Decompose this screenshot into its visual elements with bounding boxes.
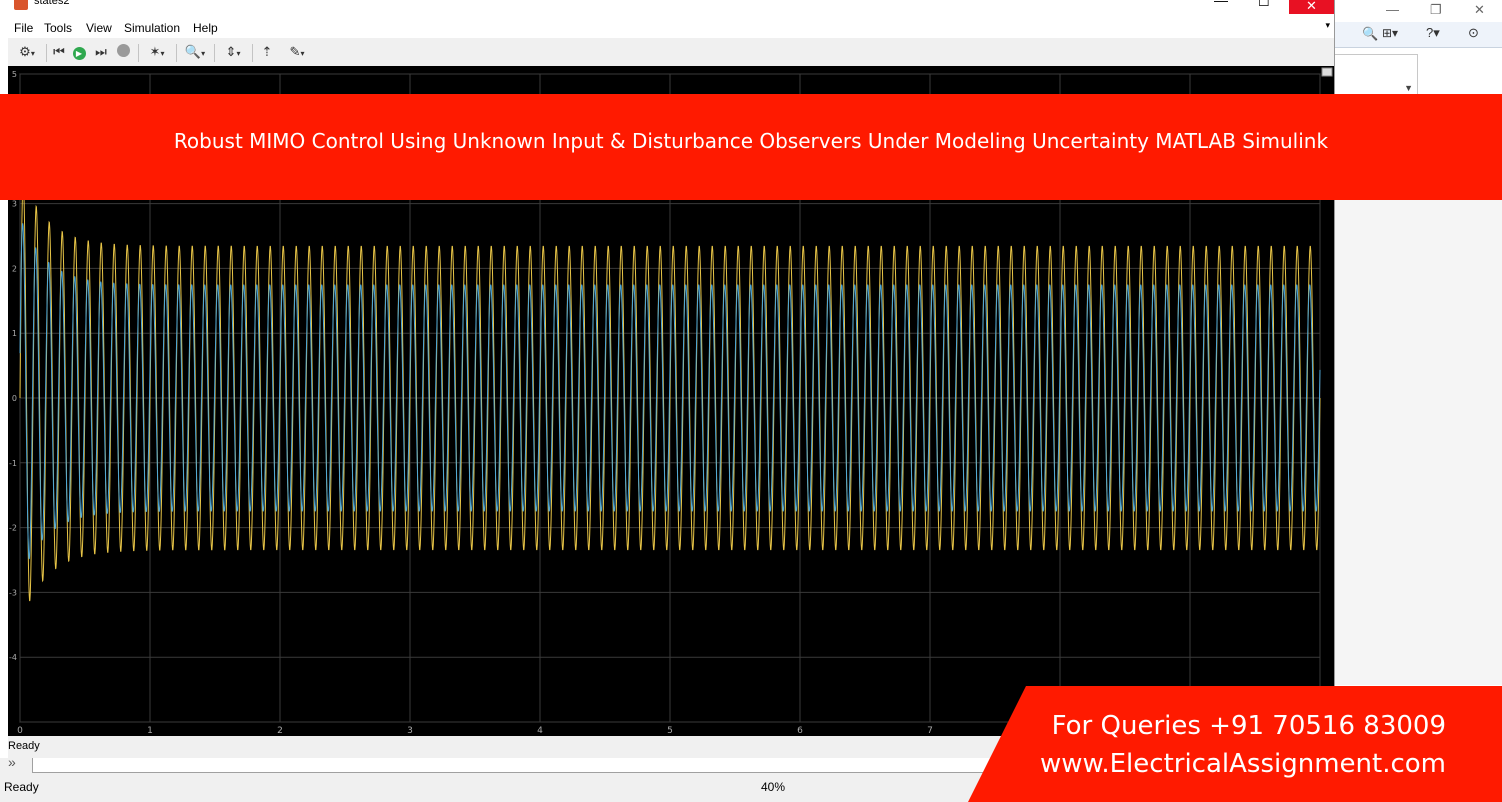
run-icon[interactable]: ▶	[70, 44, 88, 60]
y-tick-label: -3	[9, 588, 17, 597]
toolbar-separator	[46, 44, 47, 62]
menu-tools[interactable]: Tools	[44, 21, 72, 35]
menu-file[interactable]: File	[14, 21, 33, 35]
query-phone: For Queries +91 70516 83009	[1051, 711, 1446, 741]
x-tick-label: 4	[537, 726, 543, 736]
y-tick-label: -4	[9, 653, 17, 662]
menu-overflow-icon[interactable]: ▾	[1325, 20, 1330, 31]
menu-help[interactable]: Help	[193, 21, 218, 35]
x-tick-label: 7	[927, 726, 933, 736]
background-status-text: Ready	[4, 780, 39, 794]
autoscale-icon[interactable]: ⇕▾	[218, 44, 248, 60]
background-combo-box[interactable]: ▼	[1334, 54, 1418, 96]
y-tick-label: -2	[9, 524, 17, 533]
y-tick-label: -1	[9, 459, 17, 468]
highlight-icon[interactable]: ✶▾	[142, 44, 172, 60]
axes-expand-icon	[1321, 67, 1333, 77]
menu-bar: File Tools View Simulation Help ▾	[8, 18, 1334, 38]
x-tick-label: 0	[17, 726, 23, 736]
pin-icon[interactable]: ⇡	[258, 44, 276, 60]
background-close-icon[interactable]: ✕	[1474, 2, 1485, 18]
help-icon[interactable]: ?▾	[1426, 25, 1440, 41]
query-website: www.ElectricalAssignment.com	[1039, 749, 1446, 779]
search-icon[interactable]: 🔍	[1362, 26, 1378, 42]
x-tick-label: 5	[667, 726, 673, 736]
maximize-button[interactable]: ☐	[1258, 0, 1270, 10]
x-tick-label: 6	[797, 726, 803, 736]
background-panel-box	[32, 758, 994, 773]
background-toolbar: 🔍 ⊞▾ ?▾ ⊙	[1334, 22, 1502, 48]
scope-toolbar: ⚙▾ ⏮ ▶ ⏭ ✶▾ 🔍▾ ⇕▾ ⇡ ✎▾	[8, 40, 1334, 66]
y-tick-label: 5	[12, 70, 17, 79]
menu-simulation[interactable]: Simulation	[124, 21, 180, 35]
options-icon[interactable]: ⊙	[1468, 25, 1479, 41]
query-banner	[968, 686, 1502, 802]
y-tick-label: 3	[12, 200, 17, 209]
banner-title: Robust MIMO Control Using Unknown Input …	[173, 129, 1329, 153]
scope-status-text: Ready	[8, 740, 40, 752]
stop-icon[interactable]	[114, 44, 132, 60]
toolbar-separator	[214, 44, 215, 62]
x-tick-label: 1	[147, 726, 153, 736]
filter-icon[interactable]: ⊞▾	[1382, 26, 1398, 40]
settings-icon[interactable]: ⚙▾	[12, 44, 42, 60]
zoom-icon[interactable]: 🔍▾	[180, 44, 210, 60]
y-tick-label: 2	[12, 264, 17, 273]
toolbar-separator	[252, 44, 253, 62]
title-banner: Robust MIMO Control Using Unknown Input …	[0, 94, 1502, 200]
step-forward-icon[interactable]: ⏭	[92, 44, 110, 60]
minimize-button[interactable]: —	[1214, 0, 1228, 8]
y-tick-label: 0	[12, 394, 17, 403]
y-tick-label: 1	[12, 329, 17, 338]
x-tick-label: 3	[407, 726, 413, 736]
background-minimize-icon[interactable]: —	[1386, 2, 1399, 17]
matlab-icon	[14, 0, 28, 10]
toolbar-separator	[138, 44, 139, 62]
style-icon[interactable]: ✎▾	[282, 44, 312, 60]
close-button[interactable]: ✕	[1289, 0, 1334, 14]
toolbar-separator	[176, 44, 177, 62]
background-restore-icon[interactable]: ❐	[1430, 2, 1442, 18]
menu-view[interactable]: View	[86, 21, 112, 35]
x-tick-label: 2	[277, 726, 283, 736]
chevron-down-icon: ▼	[1404, 83, 1413, 93]
background-titlebar: — ❐ ✕	[1334, 0, 1502, 22]
step-back-icon[interactable]: ⏮	[50, 44, 68, 60]
window-title: states2	[34, 0, 70, 7]
scope-titlebar: states2 — ☐ ✕	[8, 0, 1334, 18]
zoom-level: 40%	[761, 780, 786, 794]
